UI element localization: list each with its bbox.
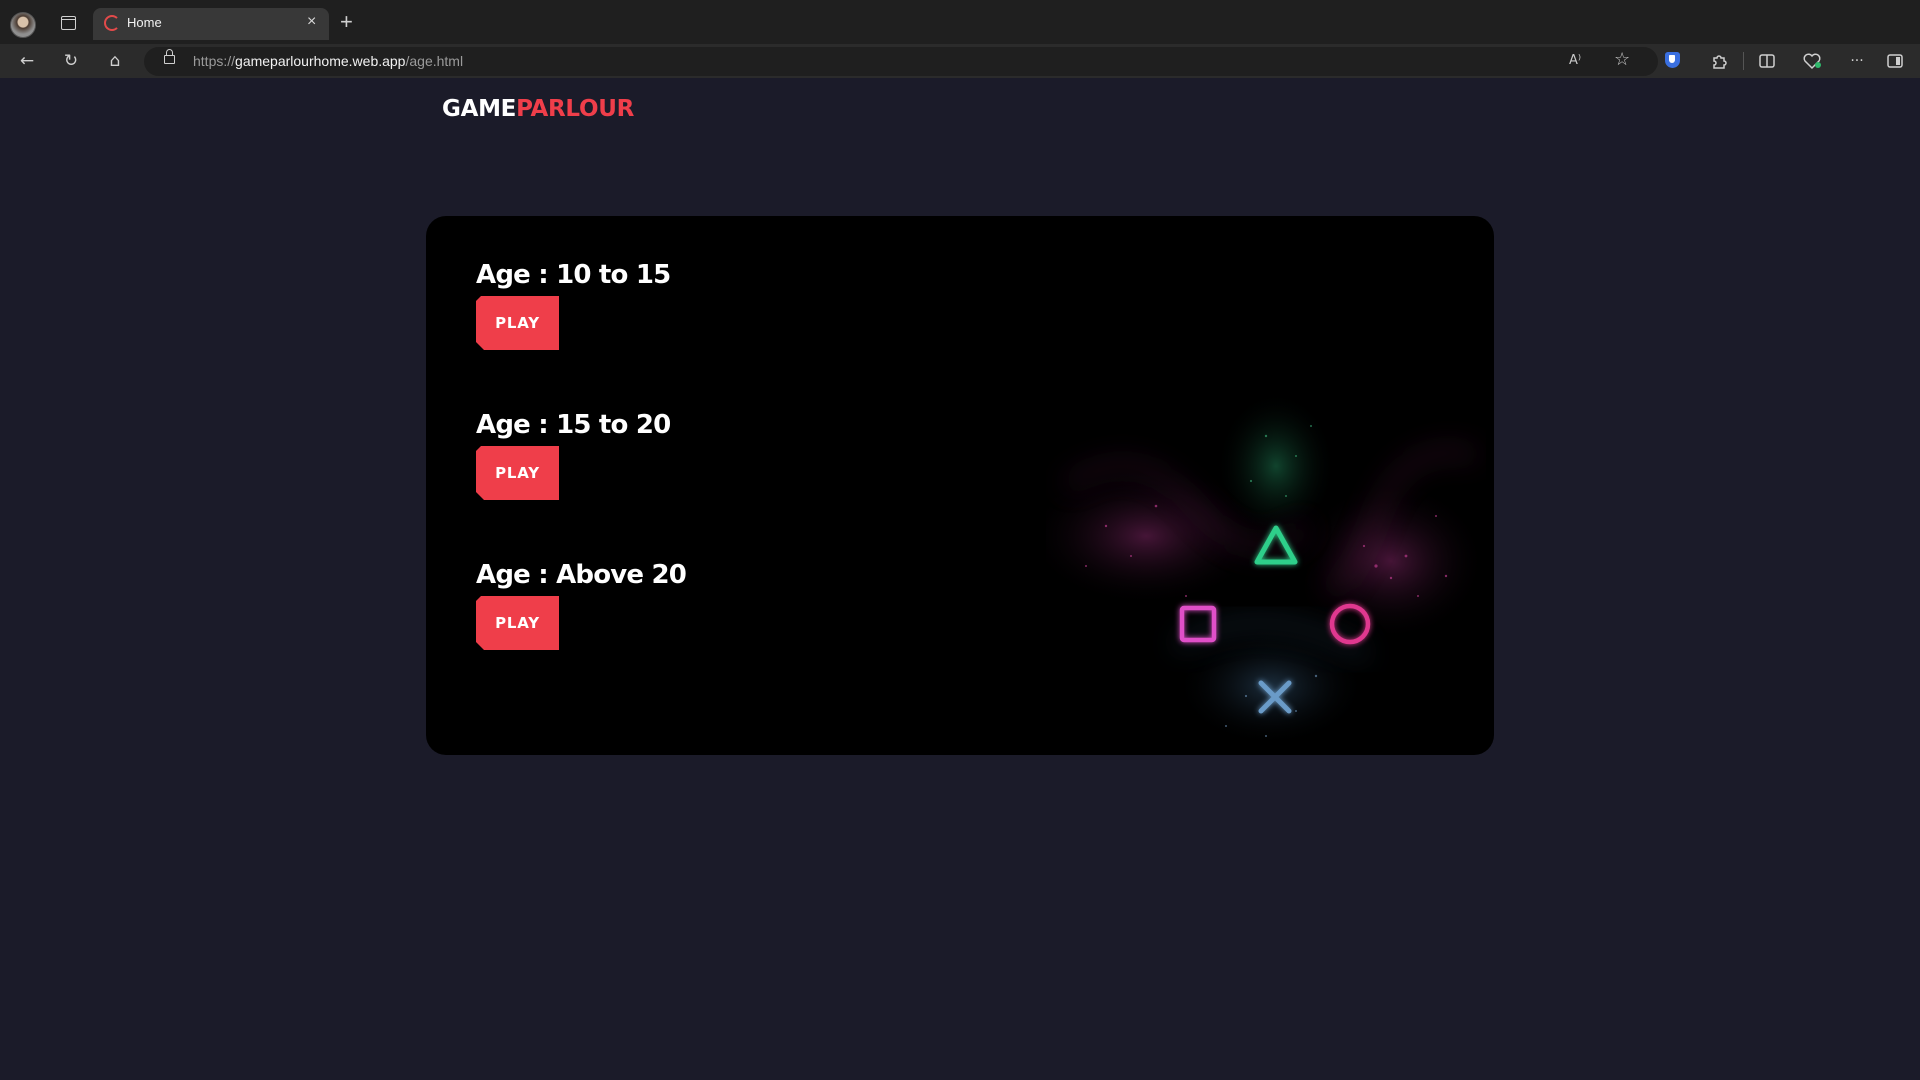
browser-toolbar: ← ↻ ⌂ https://gameparlourhome.web.app/ag… [0, 44, 1920, 78]
sidebar-toggle-icon[interactable] [1886, 52, 1904, 70]
play-button-15-20[interactable]: PLAY [476, 446, 559, 500]
address-bar[interactable]: https://gameparlourhome.web.app/age.html… [144, 47, 1658, 76]
age-title: Age : 15 to 20 [476, 410, 671, 440]
extensions-icon[interactable] [1710, 52, 1728, 70]
toolbar-separator [1743, 52, 1744, 70]
age-group-15-20: Age : 15 to 20 PLAY [476, 408, 671, 500]
logo-parlour: PARLOUR [516, 96, 635, 122]
tab-close-icon[interactable]: × [307, 13, 316, 31]
tab-title: Home [127, 15, 162, 30]
age-group-above-20: Age : Above 20 PLAY [476, 558, 687, 650]
home-icon[interactable]: ⌂ [103, 49, 127, 73]
split-screen-icon[interactable] [1758, 52, 1776, 70]
read-aloud-icon[interactable]: A⁾ [1569, 53, 1581, 68]
play-button-above-20[interactable]: PLAY [476, 596, 559, 650]
site-favicon-icon [104, 15, 120, 31]
pink-smoke-right [1296, 481, 1486, 641]
extension-shield-icon[interactable] [1665, 52, 1680, 68]
age-group-10-15: Age : 10 to 15 PLAY [476, 258, 671, 350]
age-title: Age : 10 to 15 [476, 260, 671, 290]
play-button-10-15[interactable]: PLAY [476, 296, 559, 350]
profile-avatar[interactable] [10, 12, 36, 38]
age-selection-card: Age : 10 to 15 PLAY Age : 15 to 20 PLAY … [426, 216, 1494, 755]
url-path: /age.html [405, 53, 464, 69]
site-logo[interactable]: GAMEPARLOUR [442, 96, 634, 122]
logo-game: GAME [442, 96, 517, 122]
tab-actions-icon[interactable] [61, 16, 76, 30]
refresh-icon[interactable]: ↻ [59, 49, 83, 73]
url-host: gameparlourhome.web.app [235, 53, 406, 69]
url-scheme: https:// [193, 53, 236, 69]
more-options-icon[interactable]: ··· [1845, 49, 1869, 73]
lock-icon[interactable] [164, 49, 175, 64]
url-text[interactable]: https://gameparlourhome.web.app/age.html [193, 53, 463, 69]
new-tab-button[interactable]: + [340, 10, 353, 34]
browser-tab-home[interactable]: Home × [93, 8, 329, 40]
age-title: Age : Above 20 [476, 560, 687, 590]
back-icon[interactable]: ← [15, 49, 39, 73]
favorite-star-icon[interactable]: ☆ [1614, 49, 1630, 70]
controller-symbols-artwork [1046, 396, 1486, 746]
browser-tab-bar: Home × + [0, 0, 1920, 44]
browser-essentials-icon[interactable] [1802, 52, 1822, 70]
